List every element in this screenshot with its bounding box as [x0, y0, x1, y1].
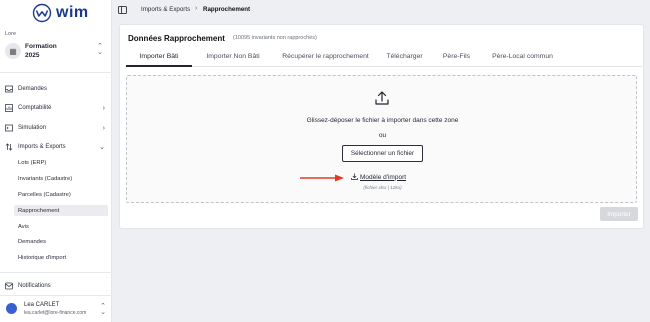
select-file-button[interactable]: Sélectionner un fichier [342, 145, 423, 162]
divider [0, 295, 112, 296]
sidebar-subitem-parcelles[interactable]: Parcelles (Cadastre) [14, 189, 108, 200]
sidebar-subitem-invariants[interactable]: Invariants (Cadastre) [14, 173, 108, 184]
notifications-label: Notifications [18, 283, 51, 289]
import-button[interactable]: Importer [600, 207, 638, 221]
rapprochement-card: Données Rapprochement (10095 invariants … [119, 24, 644, 229]
sidebar-subitem-historique[interactable]: Historique d'import [14, 252, 108, 263]
simulation-icon [5, 124, 13, 132]
sidebar-item-label: Demandes [18, 86, 48, 92]
sidebar-toggle-icon[interactable] [118, 6, 127, 14]
sidebar: wim Lore ▦ Formation 2025 ⌃ ⌄ Demandes Co… [0, 0, 112, 322]
inbox-icon [5, 85, 13, 93]
logo-text: wim [56, 4, 89, 21]
logo[interactable]: wim [32, 3, 89, 23]
tab-bar: Importer Bâti Importer Non Bâti Récupére… [126, 49, 642, 67]
sidebar-subitem-demandes[interactable]: Demandes [14, 236, 108, 247]
bell-icon [5, 282, 13, 290]
divider [0, 72, 112, 73]
sidebar-item-label: Comptabilité [18, 105, 52, 111]
chevron-right-icon: › [102, 104, 105, 112]
page-subtitle: (10095 invariants non rapprochés) [233, 35, 317, 41]
tab-telecharger[interactable]: Télécharger [381, 53, 428, 67]
org-label: Lore [5, 31, 17, 37]
topbar: Imports & Exports › Rapprochement [112, 0, 650, 20]
sidebar-item-label: Simulation [18, 125, 47, 131]
breadcrumb-current: Rapprochement [203, 6, 251, 13]
chevron-up-down-icon: ⌃ ⌄ [100, 303, 106, 316]
download-icon [351, 173, 358, 182]
sidebar-subitem-lots[interactable]: Lots (ERP) [14, 157, 108, 168]
file-info: (fichier xlsx | 12ko) [363, 185, 402, 190]
page-title: Données Rapprochement [128, 34, 225, 43]
avatar [6, 303, 17, 314]
tab-importer-non-bati[interactable]: Importer Non Bâti [197, 53, 269, 67]
building-icon: ▦ [5, 43, 21, 59]
template-link-label: Modèle d'import [360, 173, 407, 181]
wim-logo-icon [32, 3, 52, 23]
chevron-right-icon: › [195, 5, 198, 12]
org-name: Formation [25, 43, 57, 50]
divider [0, 272, 112, 273]
chevron-right-icon: › [102, 124, 105, 132]
tab-pere-local-commun[interactable]: Père-Local commun [487, 53, 558, 67]
user-menu[interactable]: Lea CARLET lea.carlet@lore-finance.com ⌃… [6, 300, 106, 318]
tab-importer-bati[interactable]: Importer Bâti [126, 53, 192, 67]
org-switcher[interactable]: ▦ Formation 2025 ⌃ ⌄ [5, 40, 105, 64]
dropzone-instruction: Glissez-déposer le fichier à importer da… [306, 117, 459, 124]
sidebar-item-label: Imports & Exports [18, 144, 66, 150]
tab-recuperer-rapprochement[interactable]: Récupérer le rapprochement [276, 53, 375, 67]
upload-icon [375, 91, 389, 105]
sidebar-item-notifications[interactable]: Notifications [5, 281, 51, 291]
chart-icon [5, 104, 13, 112]
download-template-link[interactable]: Modèle d'import [351, 172, 406, 182]
breadcrumb-parent[interactable]: Imports & Exports [141, 6, 190, 13]
tab-pere-fils[interactable]: Père-Fils [437, 53, 476, 67]
sidebar-item-comptabilite[interactable]: Comptabilité › [5, 102, 109, 114]
user-name: Lea CARLET [24, 302, 60, 308]
chevron-down-icon: ⌄ [99, 144, 105, 151]
dropzone-or: ou [378, 132, 387, 139]
sidebar-item-simulation[interactable]: Simulation › [5, 122, 109, 134]
sidebar-item-demandes[interactable]: Demandes [5, 83, 109, 95]
chevron-up-down-icon: ⌃ ⌄ [97, 43, 103, 56]
red-arrow-annotation [300, 174, 344, 182]
file-dropzone[interactable]: Glissez-déposer le fichier à importer da… [126, 75, 637, 203]
org-year: 2025 [25, 52, 40, 59]
sidebar-subitem-avis[interactable]: Avis [14, 221, 108, 232]
sidebar-item-imports-exports[interactable]: Imports & Exports ⌄ [5, 141, 109, 153]
user-email: lea.carlet@lore-finance.com [24, 310, 87, 316]
sidebar-subitem-rapprochement[interactable]: Rapprochement [14, 205, 108, 216]
import-export-icon [5, 143, 13, 151]
